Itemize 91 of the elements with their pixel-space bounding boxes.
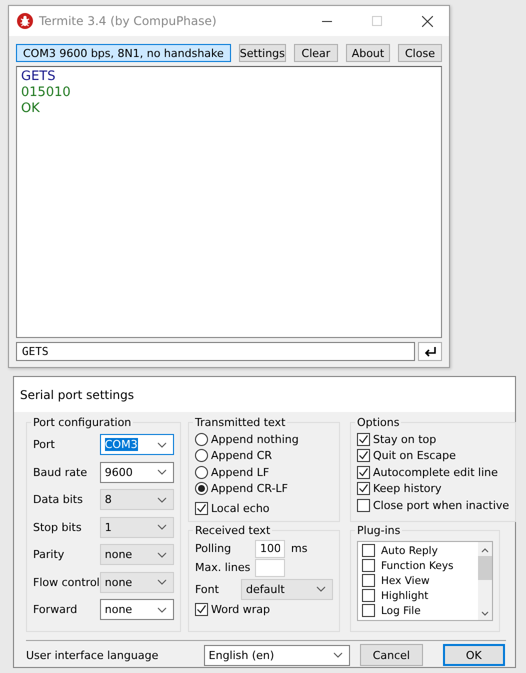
group-title: Plug-ins: [356, 524, 402, 537]
scrollbar[interactable]: [478, 542, 492, 620]
scroll-up-icon[interactable]: [481, 546, 489, 554]
checkbox[interactable]: [357, 432, 370, 446]
chevron-down-icon: [156, 469, 167, 476]
checkbox[interactable]: [362, 604, 375, 617]
chevron-down-icon: [156, 579, 167, 586]
checkbox[interactable]: [357, 498, 370, 512]
checkbox[interactable]: [362, 589, 375, 602]
radio-button[interactable]: [195, 466, 208, 479]
radio-label: Append nothing: [211, 432, 299, 446]
plugin-label: Function Keys: [381, 560, 454, 572]
checkmark-icon: [358, 483, 369, 494]
connection-status[interactable]: COM3 9600 bps, 8N1, no handshake: [16, 44, 231, 62]
chevron-down-icon: [333, 652, 344, 658]
max-lines-input[interactable]: [255, 558, 285, 576]
checkbox-label: Keep history: [373, 482, 442, 496]
radio-button[interactable]: [195, 482, 208, 496]
chevron-down-icon: [156, 442, 167, 448]
field-label: Polling: [195, 542, 232, 555]
checkbox-label: Word wrap: [211, 602, 270, 616]
language-dropdown[interactable]: English (en): [204, 644, 350, 666]
checkbox-label: Stay on top: [373, 432, 436, 446]
radio-button[interactable]: [195, 449, 208, 462]
radio-label: Append LF: [211, 466, 270, 479]
field-label: Port: [33, 438, 55, 452]
field-label: Flow control: [33, 576, 100, 589]
close-icon[interactable]: [422, 16, 432, 26]
group-title: Port configuration: [32, 416, 132, 429]
plugin-label: Log File: [381, 604, 421, 616]
checkmark-icon: [358, 466, 369, 478]
dropdown[interactable]: none: [100, 599, 174, 620]
minimize-icon[interactable]: [322, 20, 332, 22]
checkbox[interactable]: [362, 574, 375, 587]
command-input[interactable]: GETS: [16, 342, 415, 361]
checkmark-icon: [358, 434, 369, 445]
plugin-label: Highlight: [381, 590, 428, 602]
checkbox[interactable]: [357, 482, 370, 496]
toolbar-button[interactable]: About: [346, 44, 390, 62]
toolbar-button[interactable]: Close: [398, 44, 442, 62]
checkbox-label: Quit on Escape: [373, 449, 456, 462]
chevron-down-icon: [156, 524, 167, 530]
group-title: Options: [356, 416, 400, 429]
checkbox[interactable]: [362, 559, 375, 572]
terminal-line: GETS: [21, 69, 56, 85]
enter-icon: [424, 346, 436, 356]
field-label: Max. lines: [195, 561, 249, 574]
checkmark-icon: [196, 502, 207, 514]
field-label: Baud rate: [33, 466, 88, 479]
dialog-button[interactable]: OK: [442, 644, 505, 666]
dropdown[interactable]: COM3: [100, 434, 174, 456]
checkbox[interactable]: [357, 466, 370, 479]
checkmark-icon: [358, 450, 369, 462]
checkbox[interactable]: [362, 544, 375, 557]
toolbar-button[interactable]: Settings: [238, 44, 286, 62]
chevron-down-icon: [156, 496, 167, 503]
checkbox-label: Local echo: [211, 502, 270, 515]
chevron-down-icon: [316, 586, 326, 592]
field-label: User interface language: [26, 648, 160, 662]
field-label: Forward: [33, 603, 78, 616]
chevron-down-icon: [156, 552, 167, 558]
radio-label: Append CR-LF: [211, 482, 288, 496]
polling-input[interactable]: 100: [255, 540, 285, 558]
group-title: Transmitted text: [194, 416, 286, 429]
send-button[interactable]: [418, 342, 442, 361]
radio-label: Append CR: [211, 449, 272, 462]
dropdown[interactable]: 9600: [100, 462, 174, 483]
plugin-label: Hex View: [381, 574, 430, 586]
checkbox[interactable]: [195, 602, 208, 616]
field-label: Stop bits: [33, 520, 82, 534]
field-label: Parity: [33, 548, 64, 562]
field-label: Font: [195, 582, 219, 596]
toolbar-button[interactable]: Clear: [294, 44, 338, 62]
terminal-line: 015010: [21, 85, 72, 101]
group-title: Received text: [194, 524, 272, 537]
checkbox[interactable]: [195, 502, 208, 515]
dialog-title: Serial port settings: [20, 388, 134, 402]
checkbox-label: Autocomplete edit line: [373, 466, 498, 479]
chevron-down-icon: [156, 606, 167, 613]
checkbox-label: Close port when inactive: [373, 498, 510, 512]
dialog-button[interactable]: Cancel: [360, 644, 423, 666]
field-label: Data bits: [33, 493, 83, 506]
window-title: Termite 3.4 (by CompuPhase): [39, 14, 218, 28]
radio-button[interactable]: [195, 432, 208, 446]
terminal-line: OK: [21, 101, 41, 117]
plugin-label: Auto Reply: [381, 544, 438, 556]
unit-label: ms: [291, 542, 308, 555]
checkbox[interactable]: [357, 449, 370, 462]
checkmark-icon: [196, 604, 207, 615]
scroll-down-icon[interactable]: [481, 610, 489, 618]
bug-icon: [17, 13, 33, 29]
